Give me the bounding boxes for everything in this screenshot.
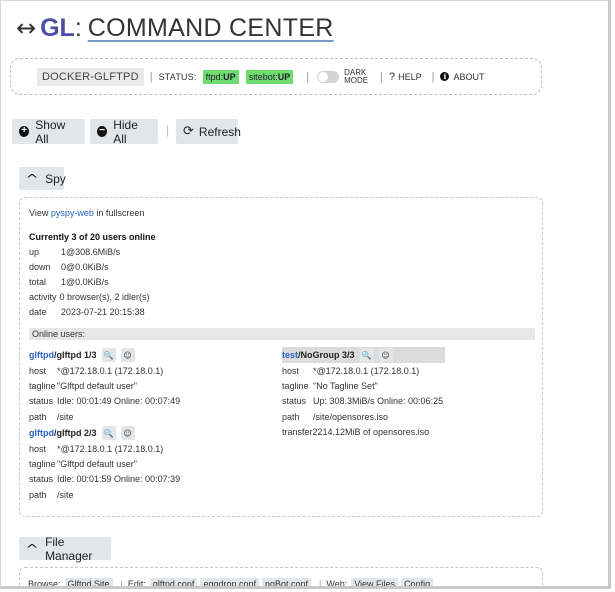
arrows-icon: ↔ [16, 14, 37, 42]
file-manager-toolbar: Browse: Glftpd Site | Edit: glftpd.conf … [28, 578, 436, 589]
info-icon: i [440, 72, 450, 81]
plus-circle-icon: + [19, 126, 30, 137]
refresh-icon: ⟳ [183, 124, 194, 139]
refresh-label: Refresh [198, 124, 241, 139]
dark-mode-toggle[interactable] [317, 70, 340, 83]
web-view-files-button[interactable]: View Files [351, 578, 399, 586]
user-status: Idle: 00:01:59 Online: 00:07:39 [57, 474, 181, 485]
online-users-heading: Online users: [29, 328, 535, 340]
file-manager-section-label: File Manager [45, 534, 93, 563]
user-group-link[interactable]: test [282, 350, 298, 360]
about-label: ABOUT [453, 71, 485, 82]
show-all-button[interactable]: + Show All [12, 117, 85, 146]
divider: | [319, 579, 322, 589]
user-status: Idle: 00:01:49 Online: 00:07:49 [57, 396, 181, 407]
page-title: ↔ GL : COMMAND CENTER [16, 13, 334, 43]
user-icon[interactable]: ☺ [120, 348, 135, 362]
user-transfer: transfer2214.12MiB of opensores.iso [282, 426, 430, 437]
app-window: ↔ GL : COMMAND CENTER DOCKER-GLFTPD | ST… [0, 0, 611, 589]
user-icon[interactable]: ☺ [120, 426, 135, 440]
user-host: *@172.18.0.1 (172.18.0.1) [57, 365, 164, 376]
user-name: /NoGroup 3/3 [298, 350, 355, 360]
user-host: *@172.18.0.1 (172.18.0.1) [313, 365, 420, 376]
user-tagline: "No Tagline Set" [313, 380, 378, 391]
title-colon: : [74, 13, 82, 42]
help-label: HELP [398, 71, 422, 82]
search-icon[interactable]: 🔍 [101, 426, 116, 440]
stat-down: down 0@0.0KiB/s [29, 262, 109, 272]
refresh-button[interactable]: ⟳ Refresh [176, 119, 241, 144]
fullscreen-line: View pyspy-web in fullscreen [29, 208, 145, 218]
divider: | [120, 579, 123, 589]
divider: | [149, 70, 153, 83]
user-card: glftpd/glftpd 1/3 🔍 ☺ host *@172.18.0.1 (… [29, 347, 180, 424]
minus-circle-icon: − [97, 126, 108, 137]
stat-activity: activity 0 browser(s), 2 idler(s) [29, 292, 150, 302]
web-label: Web: [326, 579, 348, 589]
user-path: /site/opensores.iso [313, 411, 389, 422]
status-bar: DOCKER-GLFTPD | STATUS: ftpd:UP sitebot:… [10, 58, 542, 95]
title-gl: GL [40, 13, 75, 42]
user-path: /site [57, 411, 74, 422]
browse-label: Browse: [28, 579, 61, 589]
chevron-up-icon: ^ [25, 541, 39, 556]
spy-section-toggle[interactable]: ^ Spy [19, 167, 66, 190]
web-config-button[interactable]: Config [401, 578, 434, 586]
search-icon[interactable]: 🔍 [359, 348, 374, 362]
help-link[interactable]: ? HELP [389, 71, 422, 83]
user-path: /site [57, 489, 74, 500]
pyspy-web-link[interactable]: pyspy-web [51, 208, 94, 218]
service-ftpd-badge: ftpd:UP [202, 69, 239, 84]
spy-section-label: Spy [45, 171, 66, 186]
about-link[interactable]: i ABOUT [440, 72, 484, 82]
file-manager-panel: Browse: Glftpd Site | Edit: glftpd.conf … [19, 567, 543, 589]
edit-ngbot-conf-button[interactable]: ngBot.conf [261, 578, 312, 586]
user-group-link[interactable]: glftpd [29, 350, 54, 360]
stat-date: date 2023-07-21 20:15:38 [29, 307, 145, 317]
user-host: *@172.18.0.1 (172.18.0.1) [57, 443, 164, 454]
title-command-center[interactable]: COMMAND CENTER [88, 14, 334, 43]
user-header: test/NoGroup 3/3 🔍 ☺ [282, 347, 445, 363]
host-badge: DOCKER-GLFTPD [37, 67, 144, 86]
question-icon: ? [388, 70, 396, 83]
user-card: test/NoGroup 3/3 🔍 ☺ host *@172.18.0.1 (1… [282, 347, 445, 439]
edit-eggdrop-conf-button[interactable]: eggdrop.conf [200, 578, 259, 586]
service-sitebot-badge: sitebot:UP [245, 69, 294, 84]
user-name: /glftpd 2/3 [54, 428, 97, 438]
show-all-label: Show All [35, 117, 66, 146]
stat-total: total 1@0.0KiB/s [29, 277, 109, 287]
stat-up: up 1@308.6MiB/s [29, 247, 121, 257]
status-label: STATUS: [158, 71, 197, 82]
search-icon[interactable]: 🔍 [101, 348, 116, 362]
dark-mode-label: DARK MODE [344, 67, 369, 85]
divider: | [306, 70, 310, 83]
online-summary: Currently 3 of 20 users online [29, 232, 156, 242]
hide-all-button[interactable]: − Hide All [90, 117, 158, 146]
spy-panel: View pyspy-web in fullscreen Currently 3… [19, 197, 543, 517]
divider: | [380, 70, 383, 83]
file-manager-section-toggle[interactable]: ^ File Manager [19, 534, 111, 563]
edit-label: Edit: [127, 579, 146, 589]
user-status: Up: 308.3MiB/s Online: 00:06:25 [313, 396, 444, 407]
hide-all-label: Hide All [113, 117, 138, 146]
user-tagline: "Glftpd default user" [57, 458, 137, 469]
toolbar-divider: | [166, 123, 170, 137]
user-header: glftpd/glftpd 1/3 🔍 ☺ [29, 347, 180, 363]
divider: | [431, 70, 435, 83]
user-tagline: "Glftpd default user" [57, 380, 137, 391]
browse-glftpd-site-button[interactable]: Glftpd Site [64, 578, 113, 586]
user-card: glftpd/glftpd 2/3 🔍 ☺ host *@172.18.0.1 (… [29, 425, 180, 502]
user-icon[interactable]: ☺ [378, 348, 393, 362]
user-group-link[interactable]: glftpd [29, 428, 54, 438]
user-name: /glftpd 1/3 [54, 350, 97, 360]
user-header: glftpd/glftpd 2/3 🔍 ☺ [29, 425, 180, 441]
chevron-up-icon: ^ [25, 171, 39, 186]
edit-glftpd-conf-button[interactable]: glftpd.conf [149, 578, 198, 586]
